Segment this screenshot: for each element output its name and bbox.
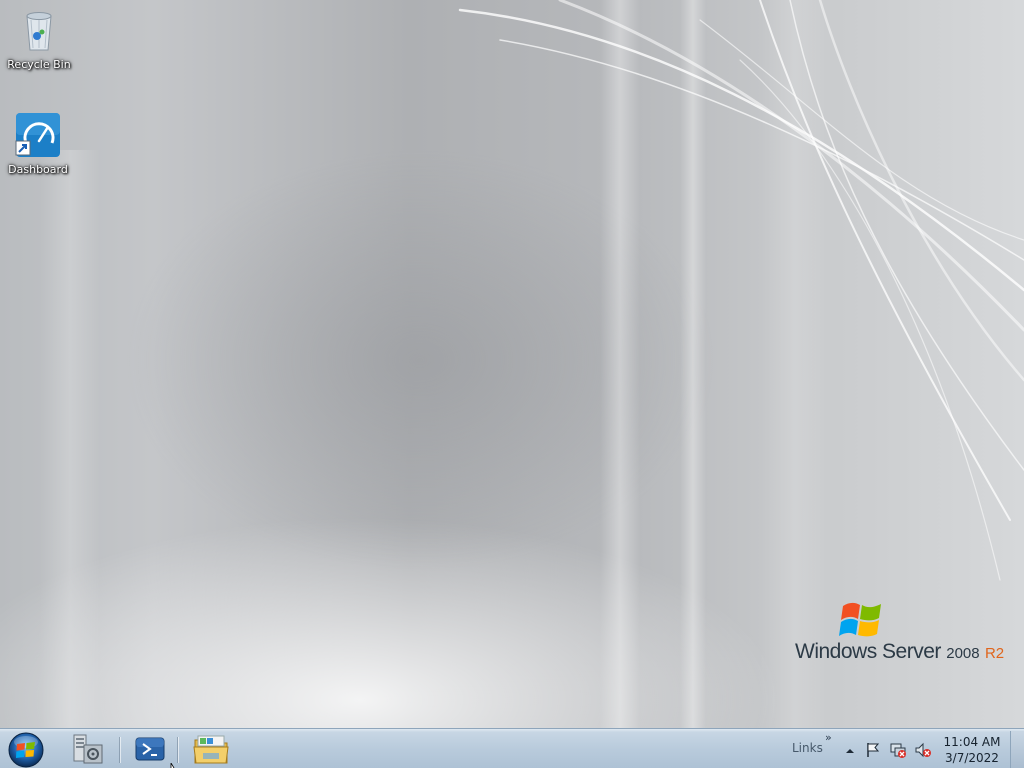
show-desktop-button[interactable] bbox=[1010, 731, 1024, 768]
chevron-up-icon[interactable] bbox=[843, 743, 857, 761]
action-center-flag-icon[interactable] bbox=[864, 741, 882, 759]
mouse-cursor-icon bbox=[170, 758, 182, 768]
powershell-icon bbox=[135, 737, 165, 761]
desktop-icon-dashboard[interactable]: Dashboard bbox=[0, 111, 76, 176]
brand-name: Windows Server bbox=[795, 640, 941, 663]
links-toolbar-label[interactable]: Links bbox=[792, 741, 823, 755]
windows-server-branding: Windows Server 2008 R2 bbox=[795, 600, 1005, 664]
taskbar-explorer-button[interactable] bbox=[189, 731, 233, 767]
taskbar-powershell-button[interactable] bbox=[128, 731, 172, 767]
volume-muted-icon[interactable] bbox=[914, 741, 932, 759]
desktop-icon-label: Dashboard bbox=[8, 163, 68, 176]
taskbar-clock[interactable]: 11:04 AM 3/7/2022 bbox=[940, 734, 1004, 766]
desktop-icon-label: Recycle Bin bbox=[7, 58, 71, 71]
windows-flag-logo-icon bbox=[837, 600, 887, 642]
brand-version: 2008 bbox=[946, 645, 980, 662]
server-manager-icon bbox=[73, 734, 103, 764]
start-button[interactable] bbox=[6, 731, 46, 768]
brand-edition: R2 bbox=[984, 645, 1005, 662]
clock-date: 3/7/2022 bbox=[945, 751, 999, 765]
taskbar: Links » 11:04 AM 3/7/2022 bbox=[0, 728, 1024, 768]
taskbar-server-manager-button[interactable] bbox=[66, 731, 110, 767]
taskbar-separator bbox=[119, 737, 121, 763]
dashboard-icon bbox=[14, 111, 62, 159]
desktop-icon-recycle-bin[interactable]: Recycle Bin bbox=[1, 6, 77, 71]
links-chevron-icon[interactable]: » bbox=[825, 731, 832, 744]
windows-start-orb-icon bbox=[8, 732, 44, 768]
brand-wordmark: Windows Server 2008 R2 bbox=[795, 640, 1004, 664]
clock-time: 11:04 AM bbox=[943, 735, 1001, 749]
recycle-bin-icon bbox=[15, 6, 63, 54]
network-icon[interactable] bbox=[889, 741, 907, 759]
folder-icon bbox=[193, 735, 229, 764]
